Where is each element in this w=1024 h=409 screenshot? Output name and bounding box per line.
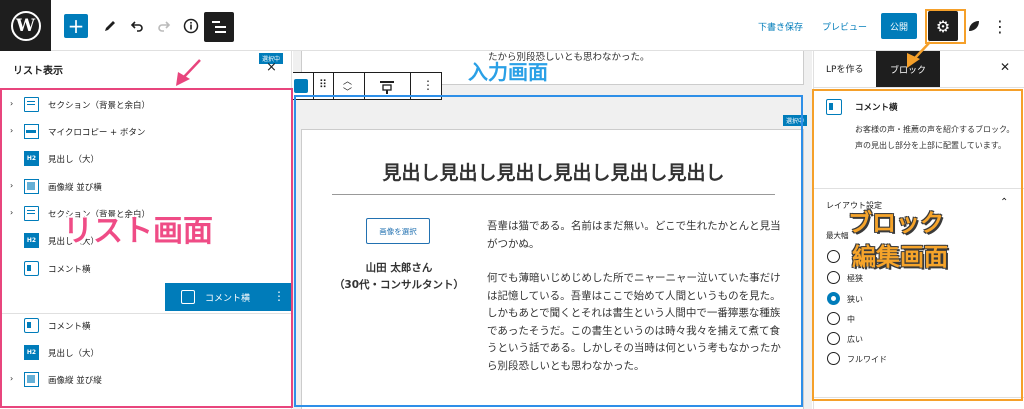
block-label: ブロック: [848, 209, 944, 237]
list-view-icon: [212, 21, 226, 33]
plugin-leaf-icon[interactable]: [966, 13, 982, 39]
divider: [814, 87, 1024, 88]
preview-button[interactable]: プレビュー: [822, 13, 867, 39]
details-info-icon[interactable]: [179, 13, 203, 39]
input-screen-label: 入力画面: [468, 60, 548, 84]
block-editor-screen: W + 下書き保存 プレビュー 公開 ⚙ ⋮ リスト表示 選択中 × › セクシ…: [0, 0, 1024, 409]
list-screen-label: リスト画面: [63, 214, 213, 249]
list-view-button[interactable]: [204, 12, 234, 42]
comment-block-icon: [294, 79, 308, 93]
list-view-title: リスト表示: [13, 66, 63, 77]
editor-top-bar: W + 下書き保存 プレビュー 公開 ⚙ ⋮: [0, 0, 1024, 51]
edit-tool-icon[interactable]: [98, 13, 122, 39]
publish-button[interactable]: 公開: [881, 13, 917, 39]
close-sidebar-icon[interactable]: ✕: [1000, 60, 1010, 74]
undo-icon[interactable]: [125, 13, 149, 39]
close-list-view-icon[interactable]: ×: [266, 60, 277, 75]
wordpress-logo-icon[interactable]: W: [0, 0, 51, 51]
redo-icon[interactable]: [152, 13, 176, 39]
add-block-button[interactable]: +: [64, 14, 88, 38]
tab-block[interactable]: ブロック: [876, 51, 940, 87]
options-menu-icon[interactable]: ⋮: [992, 13, 1008, 39]
tab-document[interactable]: LPを作る: [826, 62, 863, 75]
save-draft-button[interactable]: 下書き保存: [758, 13, 803, 39]
input-area-highlight: [294, 95, 803, 407]
settings-highlight-box: [925, 9, 966, 44]
edit-screen-label: 編集画面: [852, 243, 948, 271]
